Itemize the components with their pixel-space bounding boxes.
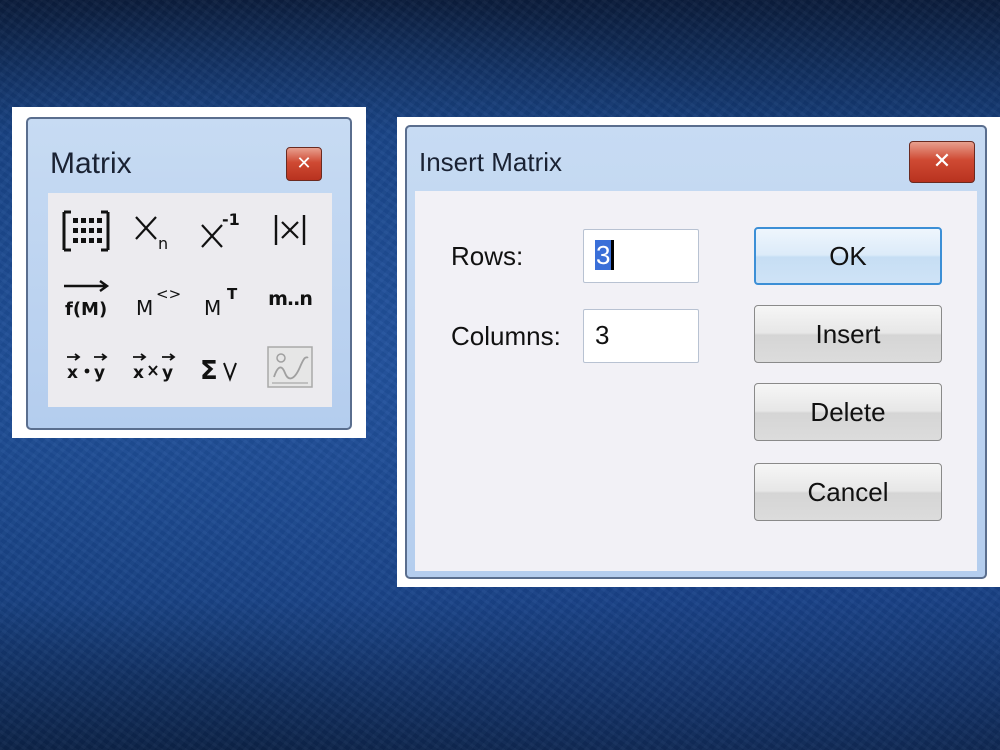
insert-matrix-client: Rows: 3 Columns: 3 OK Insert Delete Canc… bbox=[415, 191, 977, 571]
svg-text:-1: -1 bbox=[222, 210, 240, 229]
matrix-toolbar-title: Matrix bbox=[50, 147, 132, 180]
insert-matrix-frame: Insert Matrix ✕ Rows: 3 Columns: 3 OK In… bbox=[397, 117, 1000, 587]
inverse-button[interactable]: -1 bbox=[190, 203, 254, 259]
matrix-grid-button[interactable] bbox=[54, 203, 118, 259]
matrix-column-icon: M <> bbox=[136, 285, 180, 320]
text-caret bbox=[611, 240, 615, 270]
determinant-icon bbox=[274, 215, 306, 245]
svg-text:y: y bbox=[162, 363, 173, 383]
determinant-button[interactable] bbox=[258, 203, 322, 259]
range-variable-button[interactable]: m..n bbox=[258, 271, 322, 327]
svg-text:x: x bbox=[133, 363, 144, 383]
svg-text:y: y bbox=[94, 363, 105, 383]
svg-text:x: x bbox=[67, 363, 78, 383]
matrix-column-button[interactable]: M <> bbox=[122, 271, 186, 327]
rows-input-value: 3 bbox=[595, 240, 612, 270]
matrix-grid-icon bbox=[62, 210, 110, 252]
matrix-toolbar-close-button[interactable]: ✕ bbox=[286, 147, 322, 181]
matrix-transpose-icon: M T bbox=[204, 285, 238, 320]
svg-text:T: T bbox=[227, 285, 238, 303]
rows-input[interactable]: 3 bbox=[583, 229, 699, 283]
rows-label: Rows: bbox=[451, 241, 524, 271]
delete-button[interactable]: Delete bbox=[754, 383, 942, 441]
insert-button[interactable]: Insert bbox=[754, 305, 942, 363]
insert-matrix-title: Insert Matrix bbox=[419, 147, 563, 177]
svg-text:f(M): f(M) bbox=[65, 299, 107, 320]
svg-text:n: n bbox=[158, 234, 168, 253]
picture-button[interactable] bbox=[258, 339, 322, 395]
svg-text:<>: <> bbox=[156, 285, 180, 303]
subscript-icon: n bbox=[135, 216, 168, 253]
inverse-icon: -1 bbox=[201, 210, 240, 248]
matrix-tools-palette: n -1 f(M) M <> M T m..n x y x y Σ bbox=[48, 193, 332, 407]
matrix-transpose-button[interactable]: M T bbox=[190, 271, 254, 327]
ok-button[interactable]: OK bbox=[754, 227, 942, 285]
columns-input[interactable]: 3 bbox=[583, 309, 699, 363]
vector-sum-icon: Σ bbox=[200, 356, 237, 386]
svg-text:M: M bbox=[136, 296, 153, 320]
dot-product-button[interactable]: x y bbox=[54, 339, 118, 395]
cross-product-button[interactable]: x y bbox=[122, 339, 186, 395]
range-variable-label: m..n bbox=[268, 288, 313, 310]
svg-text:M: M bbox=[204, 296, 221, 320]
vectorize-button[interactable]: f(M) bbox=[54, 271, 118, 327]
matrix-toolbar-window: Matrix ✕ n -1 f(M) M <> M T m..n x y x y… bbox=[26, 117, 352, 430]
cancel-button[interactable]: Cancel bbox=[754, 463, 942, 521]
insert-matrix-close-button[interactable]: ✕ bbox=[909, 141, 975, 183]
columns-label: Columns: bbox=[451, 321, 561, 351]
subscript-button[interactable]: n bbox=[122, 203, 186, 259]
matrix-toolbar-frame: Matrix ✕ n -1 f(M) M <> M T m..n x y x y… bbox=[12, 107, 366, 438]
insert-matrix-window: Insert Matrix ✕ Rows: 3 Columns: 3 OK In… bbox=[405, 125, 987, 579]
vectorize-icon: f(M) bbox=[64, 280, 110, 320]
columns-input-value: 3 bbox=[595, 320, 610, 350]
dot-product-icon: x y bbox=[67, 353, 108, 383]
vector-sum-button[interactable]: Σ bbox=[190, 339, 254, 395]
cross-product-icon: x y bbox=[133, 353, 176, 383]
picture-icon bbox=[267, 346, 313, 388]
close-icon: ✕ bbox=[296, 153, 312, 174]
svg-text:Σ: Σ bbox=[200, 356, 218, 386]
close-icon: ✕ bbox=[932, 149, 952, 174]
